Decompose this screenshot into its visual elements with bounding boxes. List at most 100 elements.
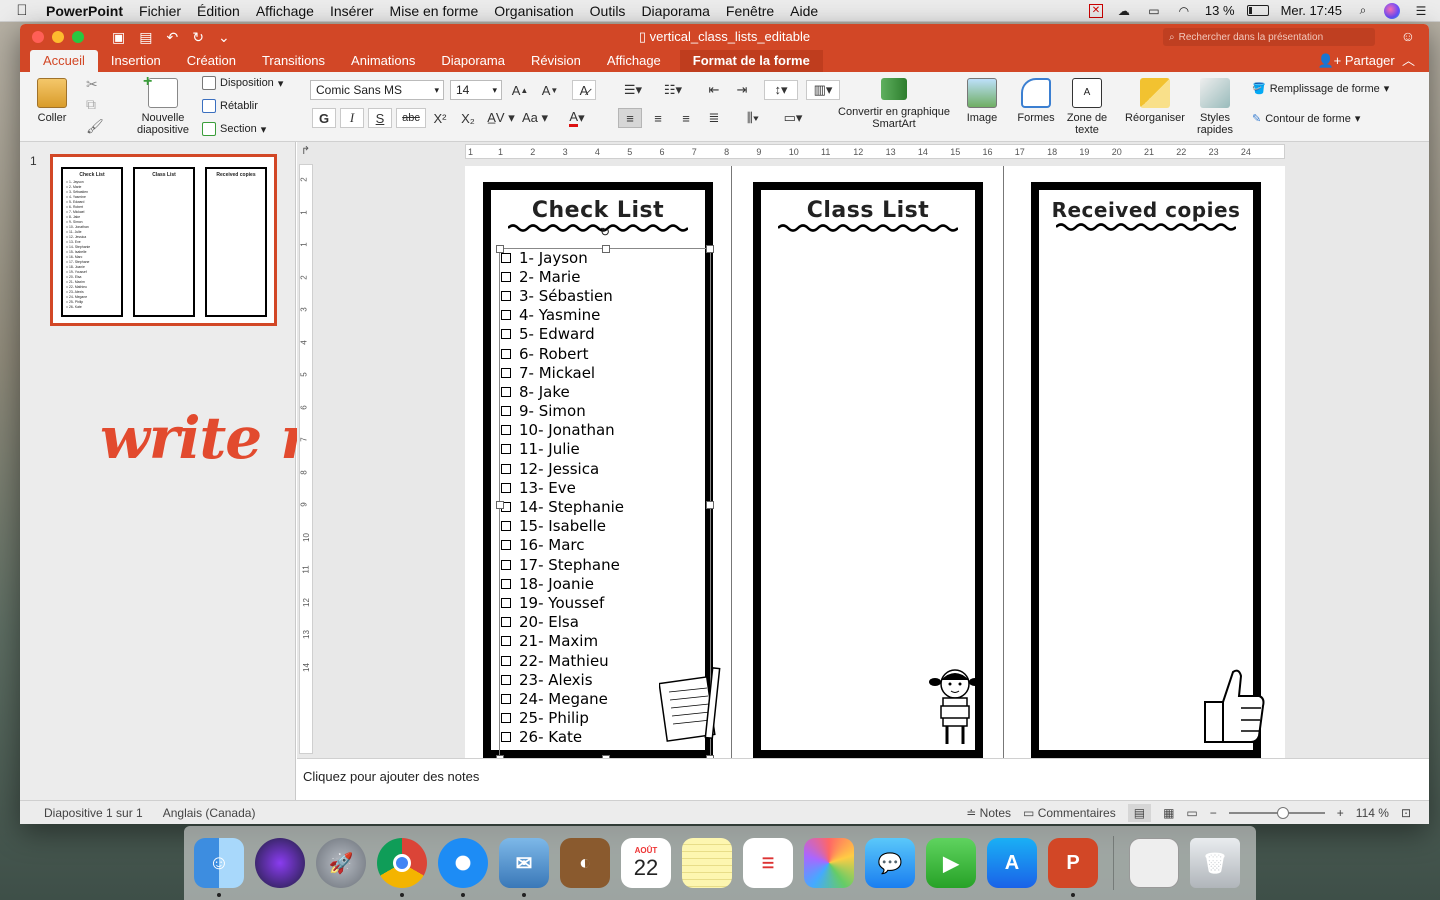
slideshow-icon[interactable]: ▭ — [1186, 806, 1197, 820]
smartart-button[interactable]: Convertir en graphique SmartArt — [838, 78, 950, 130]
menu-mise-en-forme[interactable]: Mise en forme — [382, 3, 487, 19]
character-spacing-icon[interactable]: A̲V ▾ — [486, 108, 516, 128]
font-name-select[interactable]: Comic Sans MS ▾ — [310, 80, 444, 100]
creative-cloud-icon[interactable]: ☁ — [1115, 4, 1133, 18]
section-button[interactable]: Section ▾ — [202, 122, 266, 136]
decrease-font-icon[interactable]: A ▼ — [538, 80, 562, 100]
justify-button[interactable]: ≣ — [702, 108, 726, 128]
zoom-level[interactable]: 114 % — [1356, 806, 1389, 820]
align-text-icon[interactable]: ▭▾ — [776, 108, 810, 128]
customize-toolbar-icon[interactable]: ⌄ — [218, 29, 230, 46]
subscript-icon[interactable]: X₂ — [456, 108, 480, 128]
powerpoint-icon[interactable]: P — [1048, 838, 1098, 897]
siri-icon[interactable] — [1384, 2, 1400, 19]
panel-received-copies[interactable]: Received copies — [1031, 182, 1265, 758]
minimize-window-button[interactable] — [52, 31, 64, 43]
line-spacing-icon[interactable]: ↕▾ — [764, 80, 798, 100]
increase-indent-icon[interactable]: ⇥ — [730, 80, 754, 100]
menu-powerpoint[interactable]: PowerPoint — [44, 3, 131, 19]
panel-class-list[interactable]: Class List — [753, 182, 983, 758]
font-size-select[interactable]: 14 ▾ — [450, 80, 502, 100]
shape-outline-button[interactable]: ✎ Contour de forme ▾ — [1252, 112, 1360, 126]
text-direction-icon[interactable]: ⫼▾ — [736, 108, 770, 128]
bullets-icon[interactable]: ☰▾ — [616, 80, 650, 100]
contacts-icon[interactable]: ◐ — [560, 838, 610, 888]
sidebar-toggle-icon[interactable]: ▣ — [112, 29, 125, 46]
undo-icon[interactable]: ↶ — [166, 29, 178, 46]
clear-formatting-icon[interactable]: A̷ — [572, 80, 596, 100]
menu-aide[interactable]: Aide — [782, 3, 826, 19]
underline-button[interactable]: S — [368, 108, 392, 128]
document-preview-icon[interactable] — [1129, 838, 1179, 888]
mail-icon[interactable]: ✉ — [499, 838, 549, 897]
safari-icon[interactable] — [438, 838, 488, 897]
tab-insertion[interactable]: Insertion — [98, 50, 174, 72]
tab-affichage[interactable]: Affichage — [594, 50, 674, 72]
increase-font-icon[interactable]: A ▲ — [508, 80, 532, 100]
resize-handle[interactable] — [602, 245, 610, 253]
tab-diaporama[interactable]: Diaporama — [428, 50, 518, 72]
font-color-icon[interactable]: A ▾ — [560, 108, 594, 128]
share-button[interactable]: 👤+ Partager ︿ — [1317, 50, 1429, 72]
fit-to-window-icon[interactable]: ⊡ — [1401, 806, 1411, 820]
notification-center-icon[interactable]: ☰ — [1412, 4, 1430, 18]
bold-button[interactable]: G — [312, 108, 336, 128]
menu-fenetre[interactable]: Fenêtre — [718, 3, 782, 19]
tab-transitions[interactable]: Transitions — [249, 50, 338, 72]
zoom-in-icon[interactable]: + — [1337, 806, 1344, 820]
align-right-button[interactable]: ≡ — [674, 108, 698, 128]
resize-handle[interactable] — [706, 501, 714, 509]
menu-diaporama[interactable]: Diaporama — [633, 3, 717, 19]
notes-app-icon[interactable] — [682, 838, 732, 888]
strikethrough-button[interactable]: abc — [396, 108, 426, 128]
notes-button[interactable]: ≐ Notes — [966, 806, 1011, 820]
menu-organisation[interactable]: Organisation — [486, 3, 581, 19]
panel-check-list[interactable]: Check List 1- Jayson 2- Marie 3- Sébastien… — [483, 182, 721, 758]
image-button[interactable]: Image — [962, 78, 1002, 124]
menu-fichier[interactable]: Fichier — [131, 3, 189, 19]
superscript-icon[interactable]: X² — [428, 108, 452, 128]
wifi-icon[interactable]: ◠ — [1175, 4, 1193, 18]
arrange-button[interactable]: Réorganiser — [1122, 78, 1188, 124]
airplay-icon[interactable]: ▭ — [1145, 4, 1163, 18]
menu-affichage[interactable]: Affichage — [248, 3, 322, 19]
zoom-window-button[interactable] — [72, 31, 84, 43]
notes-pane[interactable]: Cliquez pour ajouter des notes — [297, 758, 1429, 800]
zoom-slider[interactable] — [1228, 806, 1325, 819]
format-painter-icon[interactable]: 🖌 — [86, 118, 104, 135]
layout-button[interactable]: Disposition ▾ — [202, 76, 283, 90]
textbox-button[interactable]: A Zone de texte — [1062, 78, 1112, 136]
resize-handle[interactable] — [706, 245, 714, 253]
resize-handle[interactable] — [496, 501, 504, 509]
spotlight-search-icon[interactable]: ⌕ — [1354, 3, 1372, 18]
tab-revision[interactable]: Révision — [518, 50, 594, 72]
menu-inserer[interactable]: Insérer — [322, 3, 382, 19]
siri-dock-icon[interactable] — [255, 838, 305, 888]
app-store-icon[interactable]: A — [987, 838, 1037, 888]
language-indicator[interactable]: Anglais (Canada) — [143, 806, 256, 820]
trash-icon[interactable]: 🗑 — [1190, 838, 1240, 888]
finder-icon[interactable]: ☺ — [194, 838, 244, 897]
align-left-button[interactable]: ≡ — [618, 108, 642, 128]
paste-button[interactable]: Coller — [32, 78, 72, 124]
comments-button[interactable]: ▭ Commentaires — [1023, 806, 1116, 820]
rotate-handle-icon[interactable]: ↻ — [600, 225, 610, 239]
slide-sorter-icon[interactable]: ▦ — [1163, 806, 1174, 820]
battery-icon[interactable] — [1246, 5, 1269, 16]
change-case-icon[interactable]: Aa ▾ — [520, 108, 550, 128]
cut-icon[interactable]: ✂ — [86, 76, 98, 93]
copy-icon[interactable]: ⧉ — [86, 96, 96, 113]
shape-fill-button[interactable]: 🪣 Remplissage de forme ▾ — [1252, 82, 1389, 96]
columns-icon[interactable]: ▥▾ — [806, 80, 840, 100]
tab-accueil[interactable]: Accueil — [30, 50, 98, 72]
normal-view-icon[interactable]: ▤ — [1127, 803, 1152, 822]
new-slide-button[interactable]: + Nouvelle diapositive — [128, 73, 198, 136]
italic-button[interactable]: I — [340, 108, 364, 128]
apple-icon[interactable]:  — [0, 2, 44, 19]
collapse-ribbon-icon[interactable]: ︿ — [1398, 53, 1415, 68]
calendar-icon[interactable]: AOÛT 22 — [621, 838, 671, 888]
menu-clock[interactable]: Mer. 17:45 — [1281, 3, 1342, 18]
tab-format-de-la-forme[interactable]: Format de la forme — [679, 50, 823, 72]
facetime-icon[interactable]: ▶ — [926, 838, 976, 888]
reminders-icon[interactable]: ☰ — [743, 838, 793, 888]
